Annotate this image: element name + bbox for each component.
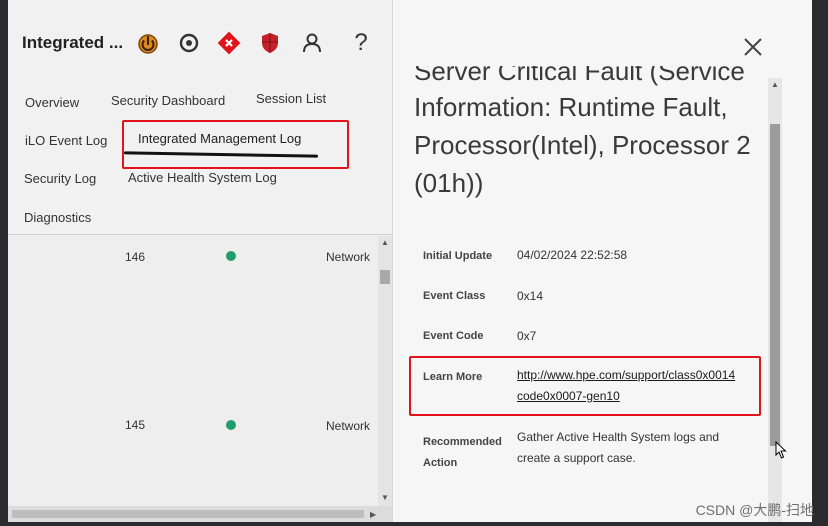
nav-session-list[interactable]: Session List	[256, 91, 326, 106]
app-title: Integrated ...	[22, 33, 124, 52]
scroll-down-arrow-icon[interactable]: ▼	[381, 493, 389, 502]
recommended-action-value: Gather Active Health System logs and cre…	[517, 427, 757, 469]
learn-more-link[interactable]: http://www.hpe.com/support/class0x0014 c…	[517, 365, 757, 407]
location-icon[interactable]	[176, 30, 202, 56]
event-id: 145	[125, 418, 146, 432]
nav-overview[interactable]: Overview	[25, 95, 79, 110]
nav-active-health-system-log[interactable]: Active Health System Log	[128, 170, 277, 185]
status-ok-icon	[226, 420, 236, 430]
list-horizontal-scrollbar[interactable]: ▶	[8, 506, 392, 522]
event-class-label: Event Class	[423, 290, 486, 302]
recommended-label-line: Recommended	[423, 436, 502, 448]
event-title-line: Information: Runtime Fault,	[414, 92, 728, 122]
event-class-value: 0x14	[517, 289, 544, 303]
event-detail-pane: Server Critical Fault (Service Informati…	[393, 0, 812, 522]
watermark-text: CSDN @大鹏-扫地	[695, 502, 814, 518]
event-log-list: 146 Network 145 Network	[8, 236, 378, 512]
initial-update-label: Initial Update	[423, 250, 493, 262]
scroll-right-arrow-icon[interactable]: ▶	[370, 510, 376, 519]
learn-more-label: Learn More	[423, 371, 483, 383]
ilo-web-console: Integrated ... ? Overview Security Dashb…	[8, 0, 812, 522]
mouse-cursor-icon	[775, 440, 787, 464]
nav-security-log[interactable]: Security Log	[24, 171, 96, 186]
recommended-value-line: Gather Active Health System logs and	[517, 430, 720, 444]
recommended-action-label: Recommended Action	[423, 432, 502, 474]
event-category: Network	[326, 419, 371, 433]
security-shield-icon[interactable]	[257, 30, 283, 56]
nav-diagnostics[interactable]: Diagnostics	[24, 210, 91, 225]
nav-integrated-management-log[interactable]: Integrated Management Log	[138, 131, 301, 146]
recommended-label-line: Action	[423, 457, 458, 469]
health-status-icon[interactable]	[216, 30, 242, 56]
help-icon[interactable]: ?	[348, 30, 374, 56]
event-title: Server Critical Fault (Service Informati…	[414, 66, 754, 202]
scroll-up-arrow-icon[interactable]: ▲	[771, 80, 779, 89]
status-ok-icon	[226, 251, 236, 261]
scroll-thumb[interactable]	[380, 270, 390, 284]
scroll-thumb[interactable]	[12, 510, 364, 518]
event-code-label: Event Code	[423, 330, 484, 342]
event-title-line: Server Critical Fault (Service	[414, 66, 745, 86]
initial-update-value: 04/02/2024 22:52:58	[517, 248, 628, 262]
close-icon[interactable]	[742, 36, 764, 58]
learn-more-link-line[interactable]: http://www.hpe.com/support/class0x0014	[517, 365, 757, 386]
nav-ilo-event-log[interactable]: iLO Event Log	[25, 133, 107, 148]
event-category: Network	[326, 250, 371, 264]
power-icon[interactable]	[135, 30, 161, 56]
navigation-pane: Integrated ... ? Overview Security Dashb…	[8, 0, 393, 522]
scroll-thumb[interactable]	[770, 124, 780, 446]
event-code-value: 0x7	[517, 329, 537, 343]
nav-security-dashboard[interactable]: Security Dashboard	[111, 93, 225, 108]
toolbar: Integrated ... ?	[8, 0, 392, 82]
event-title-line: (01h))	[414, 168, 484, 198]
user-icon[interactable]	[299, 30, 325, 56]
event-id: 146	[125, 250, 146, 264]
event-title-line: Processor(Intel), Processor 2	[414, 130, 751, 160]
scroll-up-arrow-icon[interactable]: ▲	[381, 238, 389, 247]
recommended-value-line: create a support case.	[517, 451, 636, 465]
nav-divider	[8, 234, 392, 235]
list-vertical-scrollbar[interactable]: ▲ ▼	[378, 236, 392, 506]
learn-more-link-line[interactable]: code0x0007-gen10	[517, 386, 757, 407]
